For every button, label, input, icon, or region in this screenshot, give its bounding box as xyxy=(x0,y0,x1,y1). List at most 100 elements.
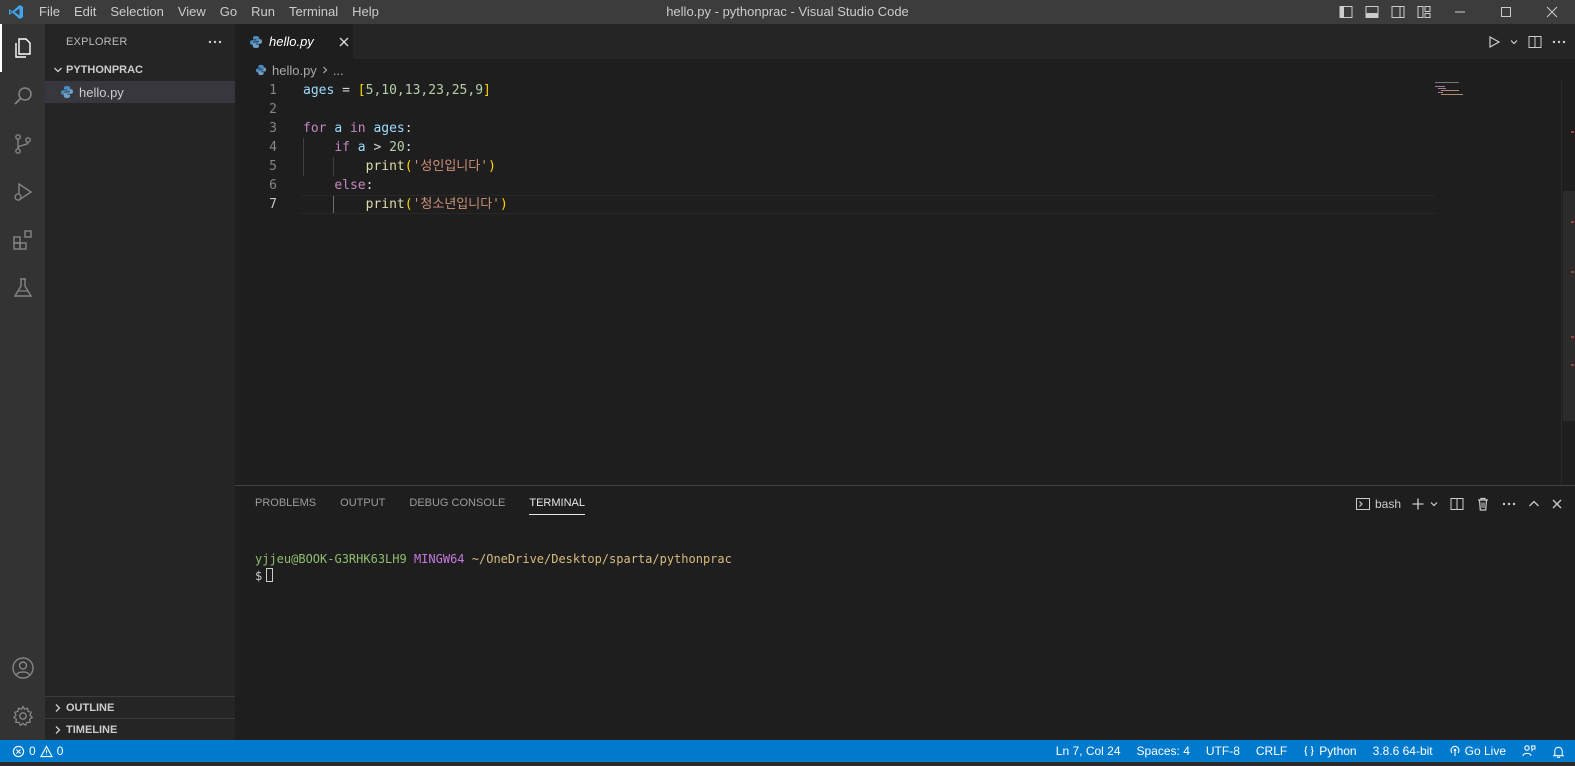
code-line-2: 2 xyxy=(235,100,1575,119)
chevron-down-icon xyxy=(51,59,65,81)
go-live-button[interactable]: Go Live xyxy=(1449,744,1506,758)
outline-label: OUTLINE xyxy=(66,701,115,714)
code-token: print xyxy=(365,197,405,212)
maximize-panel-icon[interactable] xyxy=(1527,497,1541,511)
line-number: 4 xyxy=(269,140,277,155)
terminal-user: yjjeu@BOOK-G3RHK63LH9 xyxy=(255,552,407,566)
warning-icon xyxy=(39,744,53,758)
code-line-5: 5 print('성인입니다') xyxy=(235,157,1575,176)
cursor-position[interactable]: Ln 7, Col 24 xyxy=(1056,744,1121,758)
close-tab-icon[interactable] xyxy=(338,36,350,48)
terminal-output[interactable]: yjjeu@BOOK-G3RHK63LH9 MINGW64 ~/OneDrive… xyxy=(255,551,732,585)
accounts-icon[interactable] xyxy=(0,644,45,692)
chevron-down-icon[interactable] xyxy=(1509,37,1519,47)
go-live-label: Go Live xyxy=(1464,744,1506,758)
breadcrumb-file[interactable]: hello.py xyxy=(272,63,317,78)
terminal-selector[interactable]: bash xyxy=(1355,496,1401,512)
code-token: else xyxy=(334,178,366,193)
code-token: ] xyxy=(483,83,491,98)
source-control-icon[interactable] xyxy=(0,120,45,168)
code-token: : xyxy=(365,178,374,193)
toggle-secondary-sidebar-icon[interactable] xyxy=(1385,0,1411,24)
menu-help[interactable]: Help xyxy=(345,0,386,24)
plus-icon xyxy=(1411,497,1425,511)
code-line-7: 7 print('청소년입니다') xyxy=(235,195,1575,214)
menu-edit[interactable]: Edit xyxy=(67,0,103,24)
testing-icon[interactable] xyxy=(0,264,45,312)
code-token: : xyxy=(404,140,413,155)
split-editor-icon[interactable] xyxy=(1527,34,1543,50)
outline-section[interactable]: OUTLINE xyxy=(45,696,235,718)
vscode-logo-icon xyxy=(0,0,32,24)
code-token: '청소년입니다' xyxy=(412,197,501,212)
terminal-path: ~/OneDrive/Desktop/sparta/pythonprac xyxy=(471,552,732,566)
tab-output[interactable]: OUTPUT xyxy=(340,486,385,521)
tab-debug-console[interactable]: DEBUG CONSOLE xyxy=(409,486,505,521)
settings-gear-icon[interactable] xyxy=(0,692,45,740)
editor-scrollbar[interactable] xyxy=(1561,81,1575,485)
code-token: for xyxy=(303,121,327,136)
explorer-icon[interactable] xyxy=(0,24,45,72)
python-file-icon xyxy=(255,64,267,76)
breadcrumb-more[interactable]: ... xyxy=(333,63,344,78)
minimize-icon[interactable] xyxy=(1437,0,1483,24)
tab-terminal[interactable]: TERMINAL xyxy=(529,486,585,521)
broadcast-icon xyxy=(1449,745,1461,757)
customize-layout-icon[interactable] xyxy=(1411,0,1437,24)
python-file-icon xyxy=(249,35,263,49)
search-icon[interactable] xyxy=(0,72,45,120)
chevron-right-icon xyxy=(51,697,65,719)
problems-status[interactable]: 0 0 xyxy=(0,744,63,758)
tab-hello-py[interactable]: hello.py xyxy=(235,24,353,59)
maximize-icon[interactable] xyxy=(1483,0,1529,24)
extensions-icon[interactable] xyxy=(0,216,45,264)
run-python-file-icon[interactable] xyxy=(1487,35,1501,49)
menu-bar: File Edit Selection View Go Run Terminal… xyxy=(32,0,386,24)
toggle-primary-sidebar-icon[interactable] xyxy=(1333,0,1359,24)
language-mode[interactable]: Python xyxy=(1303,744,1357,758)
menu-terminal[interactable]: Terminal xyxy=(282,0,345,24)
feedback-icon[interactable] xyxy=(1522,744,1536,758)
split-terminal-icon[interactable] xyxy=(1449,496,1465,512)
menu-file[interactable]: File xyxy=(32,0,67,24)
trash-icon[interactable] xyxy=(1475,496,1491,512)
language-label: Python xyxy=(1319,744,1357,758)
line-number: 1 xyxy=(269,83,277,98)
terminal-icon xyxy=(1355,496,1371,512)
timeline-label: TIMELINE xyxy=(66,723,118,736)
error-icon xyxy=(12,745,25,758)
menu-run[interactable]: Run xyxy=(244,0,282,24)
menu-selection[interactable]: Selection xyxy=(103,0,170,24)
python-interpreter[interactable]: 3.8.6 64-bit xyxy=(1373,744,1433,758)
folder-section-pythonprac[interactable]: PYTHONPRAC xyxy=(45,59,235,81)
encoding[interactable]: UTF-8 xyxy=(1206,744,1240,758)
more-actions-icon[interactable] xyxy=(1551,34,1567,50)
indentation[interactable]: Spaces: 4 xyxy=(1137,744,1190,758)
menu-view[interactable]: View xyxy=(171,0,213,24)
file-item-hello-py[interactable]: hello.py xyxy=(45,81,235,103)
python-file-icon xyxy=(60,85,74,99)
close-panel-icon[interactable] xyxy=(1551,498,1563,510)
more-actions-icon[interactable] xyxy=(207,34,223,50)
code-line-4: 4 if a > 20: xyxy=(235,138,1575,157)
activity-bar xyxy=(0,24,45,740)
tab-problems[interactable]: PROBLEMS xyxy=(255,486,316,521)
new-terminal-button[interactable] xyxy=(1411,497,1439,511)
line-number: 3 xyxy=(269,121,277,136)
line-number: 5 xyxy=(269,159,277,174)
run-and-debug-icon[interactable] xyxy=(0,168,45,216)
more-actions-icon[interactable] xyxy=(1501,496,1517,512)
code-editor[interactable]: 1 ages = [5,10,13,23,25,9] 2 3 for a in … xyxy=(235,81,1575,214)
code-token: a xyxy=(357,140,366,155)
code-token: ( xyxy=(404,159,413,174)
timeline-section[interactable]: TIMELINE xyxy=(45,718,235,740)
close-window-icon[interactable] xyxy=(1529,0,1575,24)
notifications-bell-icon[interactable] xyxy=(1552,745,1565,758)
chevron-right-icon xyxy=(320,65,330,75)
minimap[interactable] xyxy=(1435,81,1475,101)
code-token: ages xyxy=(373,121,405,136)
error-count: 0 xyxy=(29,744,36,758)
toggle-panel-icon[interactable] xyxy=(1359,0,1385,24)
menu-go[interactable]: Go xyxy=(213,0,244,24)
end-of-line[interactable]: CRLF xyxy=(1256,744,1287,758)
